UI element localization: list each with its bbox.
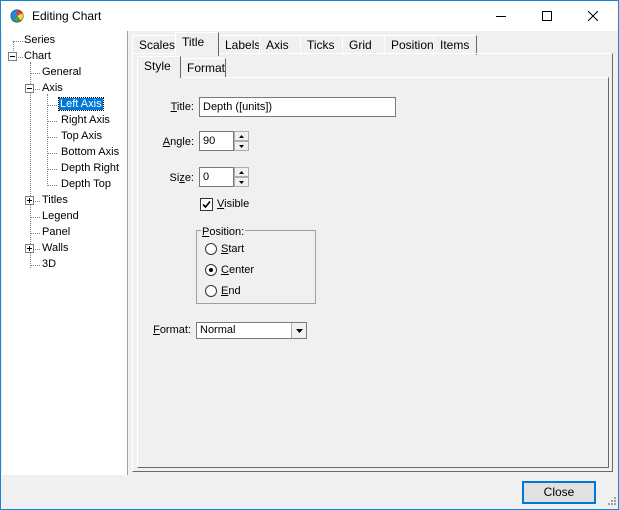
size-label: Size: (169, 172, 194, 184)
tree-item-right-axis[interactable]: Right Axis (61, 113, 110, 128)
tree-item-legend[interactable]: Legend (42, 209, 79, 224)
arrow-down-icon (239, 144, 244, 148)
arrow-up-icon (239, 170, 244, 174)
tree-connector (48, 169, 57, 170)
maximize-button[interactable] (524, 1, 570, 31)
tree-connector (31, 73, 40, 74)
subtab-format[interactable]: Format (180, 58, 226, 78)
tree-connector (18, 57, 23, 58)
angle-input[interactable]: 90 (199, 131, 234, 151)
tree-connector (31, 265, 40, 266)
tab-grid[interactable]: Grid (342, 35, 385, 55)
tab-scales[interactable]: Scales (132, 35, 176, 55)
title-bar: Editing Chart (1, 1, 618, 31)
tree-item-axis[interactable]: Axis (42, 81, 63, 96)
tree-connector (31, 233, 40, 234)
tree-connector (48, 105, 57, 106)
position-start-radio[interactable] (205, 243, 217, 255)
tree-connector (48, 153, 57, 154)
angle-down-button[interactable] (234, 141, 249, 151)
minimize-icon (496, 16, 506, 17)
tab-labels[interactable]: Labels (218, 35, 260, 55)
position-center-radio[interactable] (205, 264, 217, 276)
chart-tree-view[interactable]: Series Chart General Axis Left Axis Righ… (2, 31, 128, 475)
angle-label: Angle: (162, 136, 194, 148)
close-icon (588, 11, 598, 21)
tree-item-top-axis[interactable]: Top Axis (61, 129, 102, 144)
size-down-button[interactable] (234, 177, 249, 187)
format-select[interactable]: Normal (196, 322, 307, 339)
tree-item-chart[interactable]: Chart (24, 49, 51, 64)
window-title: Editing Chart (32, 9, 102, 23)
visible-label[interactable]: Visible (217, 198, 249, 210)
tree-connector (35, 249, 40, 250)
tree-connector (48, 121, 57, 122)
position-center-label[interactable]: Center (221, 264, 254, 276)
tree-item-walls[interactable]: Walls (42, 241, 68, 256)
size-up-button[interactable] (234, 167, 249, 177)
tree-item-panel[interactable]: Panel (42, 225, 70, 240)
tree-collapse-chart-icon[interactable] (8, 52, 17, 61)
tree-item-general[interactable]: General (42, 65, 81, 80)
tree-connector (48, 185, 57, 186)
tree-item-depth-top[interactable]: Depth Top (61, 177, 111, 192)
maximize-icon (542, 11, 552, 21)
tree-connector (14, 41, 23, 42)
tree-connector (35, 89, 40, 90)
format-dropdown-button[interactable] (291, 323, 306, 338)
minimize-button[interactable] (478, 1, 524, 31)
tab-items[interactable]: Items (433, 35, 477, 55)
size-input[interactable]: 0 (199, 167, 234, 187)
tab-axis[interactable]: Axis (259, 35, 301, 55)
tree-connector (31, 217, 40, 218)
tree-item-depth-right[interactable]: Depth Right (61, 161, 119, 176)
tree-expand-walls-icon[interactable] (25, 244, 34, 253)
chart-app-icon (10, 9, 24, 23)
tab-ticks[interactable]: Ticks (300, 35, 343, 55)
format-selected-value: Normal (200, 324, 236, 336)
tree-collapse-axis-icon[interactable] (25, 84, 34, 93)
editing-chart-window: Editing Chart Series Chart General Axis … (0, 0, 619, 510)
position-group-label: Position: (201, 226, 246, 238)
format-label: Format: (153, 324, 191, 336)
tree-item-bottom-axis[interactable]: Bottom Axis (61, 145, 119, 160)
position-end-label[interactable]: End (221, 285, 241, 297)
tree-item-3d[interactable]: 3D (42, 257, 56, 272)
tree-item-series[interactable]: Series (24, 33, 55, 48)
position-start-label[interactable]: Start (221, 243, 244, 255)
tree-connector (47, 94, 48, 186)
subtab-style[interactable]: Style (137, 56, 181, 78)
close-window-button[interactable] (570, 1, 616, 31)
tree-expand-titles-icon[interactable] (25, 196, 34, 205)
tree-item-titles[interactable]: Titles (42, 193, 68, 208)
tree-item-left-axis[interactable]: Left Axis (58, 97, 104, 112)
tree-connector (35, 201, 40, 202)
angle-spinner[interactable] (234, 131, 249, 151)
position-end-radio[interactable] (205, 285, 217, 297)
checkmark-icon (202, 200, 211, 209)
arrow-up-icon (239, 134, 244, 138)
close-button[interactable]: Close (522, 481, 596, 504)
tab-position[interactable]: Position (384, 35, 434, 55)
title-label: Title: (170, 101, 194, 113)
size-spinner[interactable] (234, 167, 249, 187)
tree-connector (48, 137, 57, 138)
visible-checkbox[interactable] (200, 198, 213, 211)
resize-grip-icon[interactable] (605, 496, 617, 508)
arrow-down-icon (239, 180, 244, 184)
tab-title[interactable]: Title (175, 32, 219, 56)
angle-up-button[interactable] (234, 131, 249, 141)
chevron-down-icon (295, 328, 303, 333)
title-input[interactable]: Depth ([units]) (199, 97, 396, 117)
